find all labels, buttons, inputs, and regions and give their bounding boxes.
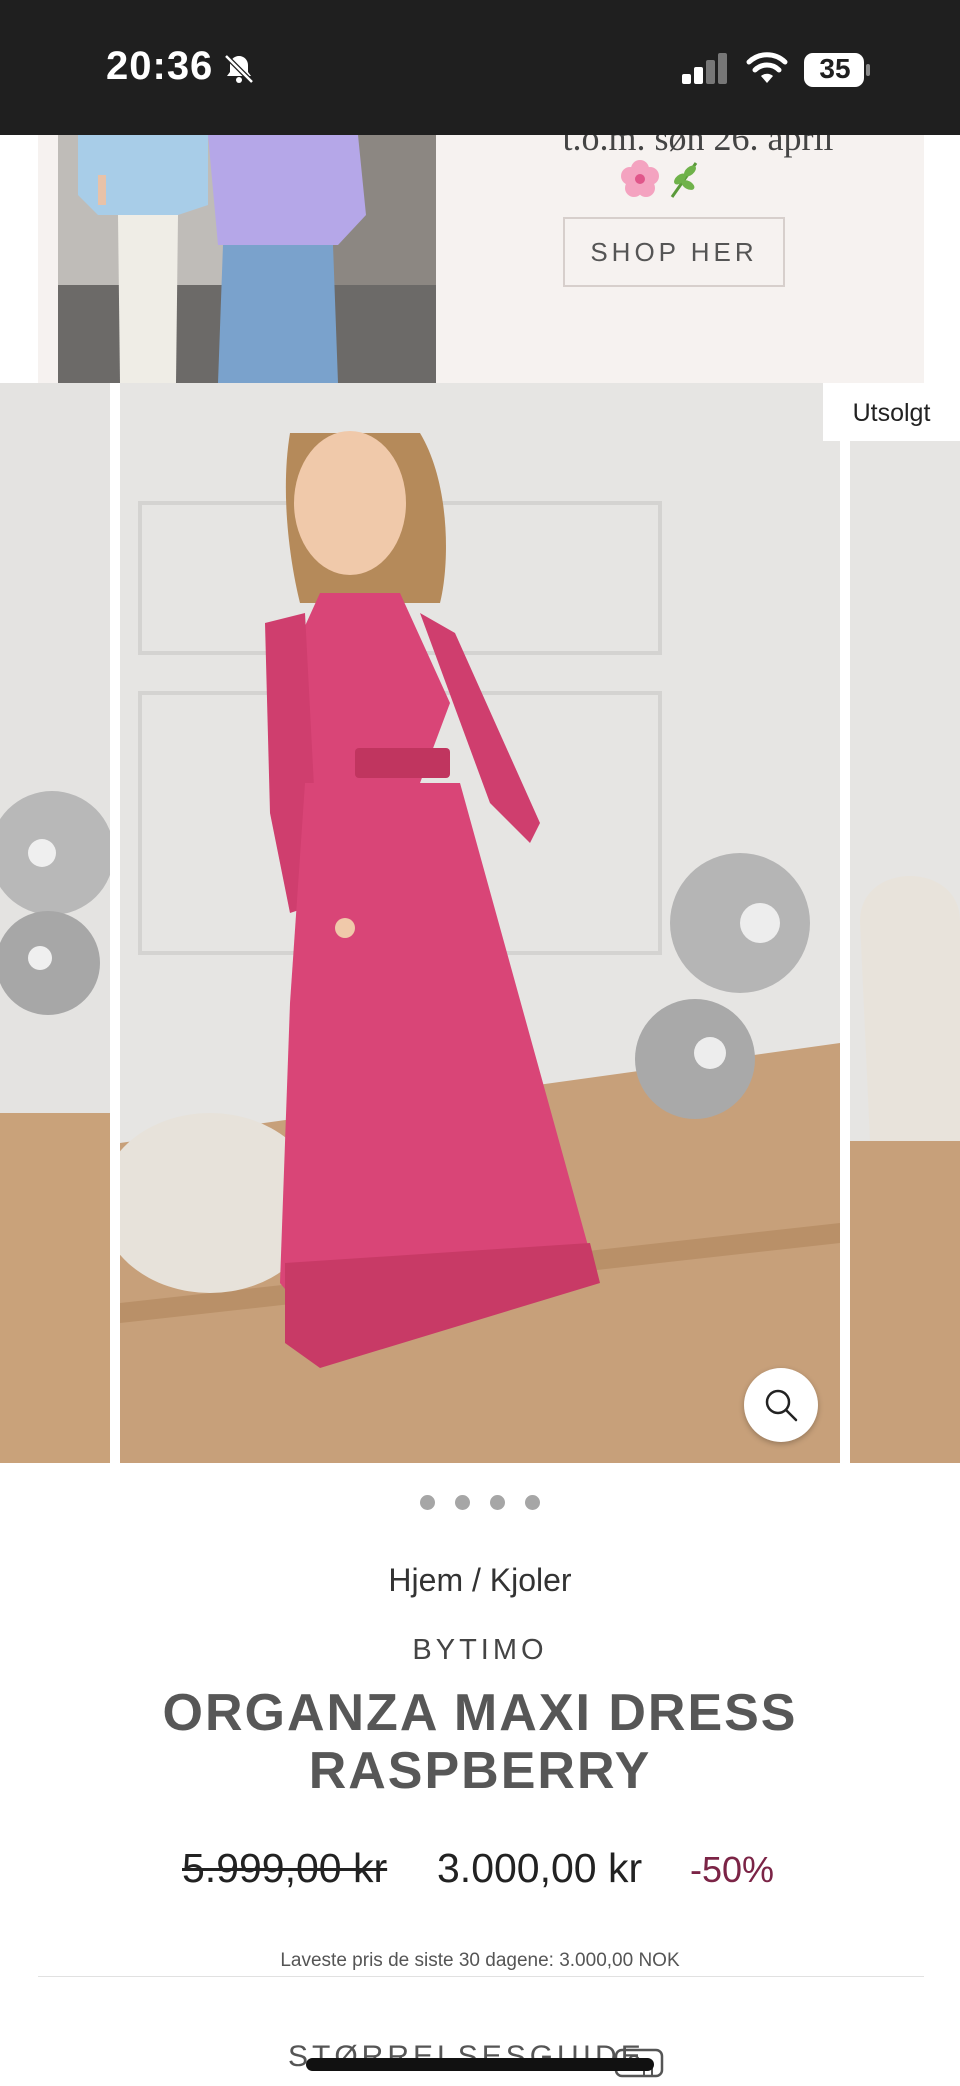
carousel-slide-previous[interactable] (0, 383, 110, 1463)
zoom-button[interactable] (744, 1368, 818, 1442)
status-time: 20:36 (106, 44, 214, 88)
promo-banner[interactable]: t.o.m. søn 26. april SHOP HER (38, 135, 924, 383)
product-image-carousel[interactable]: Utsolgt (0, 383, 960, 1463)
product-brand[interactable]: BYTIMO (0, 1634, 960, 1667)
carousel-slide-next[interactable] (850, 441, 960, 1463)
sale-price: 3.000,00 kr (437, 1845, 643, 1891)
breadcrumb: Hjem / Kjoler (0, 1562, 960, 1599)
status-bar: 20:36 35 (0, 0, 960, 135)
shop-now-button[interactable]: SHOP HER (563, 217, 785, 287)
home-indicator[interactable] (306, 2058, 654, 2071)
discount-badge: -50% (690, 1849, 775, 1890)
lowest-price-note: Laveste pris de siste 30 dagene: 3.000,0… (280, 1950, 680, 1971)
cellular-signal-icon (682, 53, 727, 84)
flower-leaf-icon (621, 160, 698, 198)
carousel-dot[interactable] (490, 1495, 505, 1510)
breadcrumb-category-link[interactable]: Kjoler (490, 1562, 572, 1598)
carousel-dot[interactable] (420, 1495, 435, 1510)
carousel-dot[interactable] (455, 1495, 470, 1510)
battery-level: 35 (819, 53, 851, 84)
divider (38, 1976, 924, 1977)
bell-slash-icon (224, 54, 254, 84)
breadcrumb-separator: / (463, 1562, 490, 1598)
sold-out-badge: Utsolgt (823, 383, 960, 441)
original-price: 5.999,00 kr (182, 1845, 388, 1891)
product-image-main[interactable] (120, 383, 840, 1463)
promo-text: t.o.m. søn 26. april (562, 135, 834, 158)
magnifier-icon (765, 1389, 798, 1422)
carousel-pagination (0, 1495, 960, 1513)
breadcrumb-home-link[interactable]: Hjem (388, 1562, 463, 1598)
product-title: ORGANZA MAXI DRESS RASPBERRY (162, 1684, 798, 1800)
price-block: 5.999,00 kr 3.000,00 kr -50% (0, 1845, 960, 1901)
carousel-dot[interactable] (525, 1495, 540, 1510)
promo-photo (58, 135, 436, 383)
wifi-icon (746, 52, 788, 83)
